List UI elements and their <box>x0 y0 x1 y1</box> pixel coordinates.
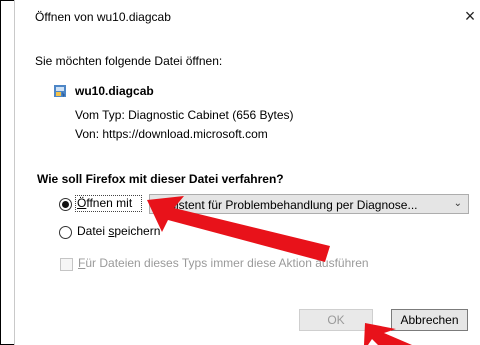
save-file-rest: peichern <box>114 224 161 238</box>
prompt-text: Sie möchten folgende Datei öffnen: <box>35 54 223 68</box>
close-icon[interactable]: × <box>459 5 480 27</box>
open-with-app-select[interactable]: Assistent für Problembehandlung per Diag… <box>149 194 469 214</box>
always-do-rest: ür Dateien dieses Typs immer diese Aktio… <box>85 256 369 270</box>
open-with-label-rest: ffnen mit <box>86 196 133 210</box>
question-text: Wie soll Firefox mit dieser Datei verfah… <box>37 172 284 186</box>
cancel-button[interactable]: Abbrechen <box>391 309 468 331</box>
always-do-label[interactable]: Für Dateien dieses Typs immer diese Akti… <box>78 256 369 270</box>
file-type: Vom Typ: Diagnostic Cabinet (656 Bytes) <box>75 108 294 122</box>
download-dialog: Öffnen von wu10.diagcab × Sie möchten fo… <box>14 0 480 345</box>
open-with-radio[interactable] <box>59 198 72 211</box>
open-with-label[interactable]: Öffnen mit <box>77 196 132 210</box>
always-do-checkbox[interactable] <box>60 258 73 271</box>
file-name: wu10.diagcab <box>75 84 154 98</box>
chevron-down-icon: ⌄ <box>453 198 462 209</box>
diagcab-file-icon <box>54 85 66 97</box>
title-bar: Öffnen von wu10.diagcab × <box>15 0 480 34</box>
dialog-title: Öffnen von wu10.diagcab <box>35 10 171 24</box>
save-file-prefix: Datei <box>77 224 109 238</box>
save-file-label[interactable]: Datei speichern <box>77 224 160 238</box>
open-with-app-value: Assistent für Problembehandlung per Diag… <box>156 198 418 212</box>
ok-button[interactable]: OK <box>299 309 373 331</box>
file-source: Von: https://download.microsoft.com <box>75 127 268 141</box>
save-file-radio[interactable] <box>59 226 72 239</box>
open-with-accesskey: Ö <box>77 196 87 210</box>
